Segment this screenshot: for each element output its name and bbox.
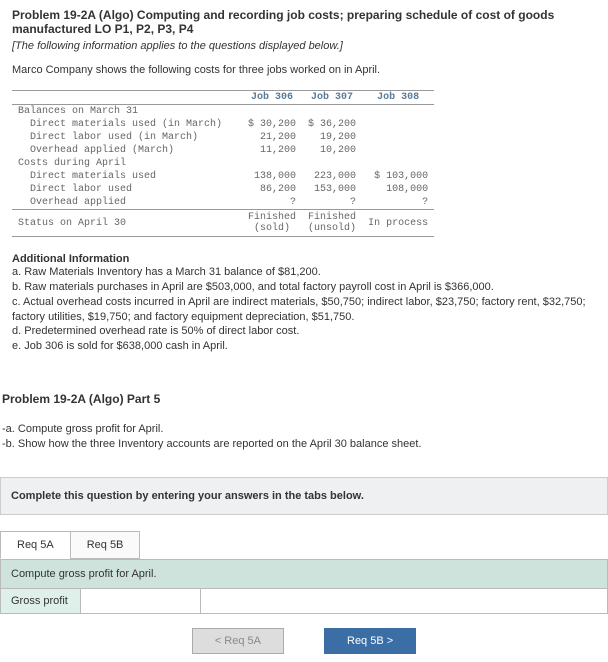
cell	[242, 157, 302, 170]
complete-instruction: Complete this question by entering your …	[0, 477, 608, 515]
info-b: b. Raw materials purchases in April are …	[12, 280, 596, 295]
nav-row: < Req 5A Req 5B >	[0, 614, 608, 662]
col-job307: Job 307	[302, 91, 362, 105]
table-row: Balances on March 31	[12, 105, 434, 119]
cell: 108,000	[362, 183, 434, 196]
cell: ?	[362, 196, 434, 210]
info-c: c. Actual overhead costs incurred in Apr…	[12, 295, 596, 325]
col-job308: Job 308	[362, 91, 434, 105]
table-row: Direct labor used86,200153,000108,000	[12, 183, 434, 196]
cell: 19,200	[302, 131, 362, 144]
cell: 11,200	[242, 144, 302, 157]
row-label: Overhead applied (March)	[12, 144, 242, 157]
row-label: Costs during April	[12, 157, 242, 170]
row-label: Balances on March 31	[12, 105, 242, 119]
cell	[302, 157, 362, 170]
additional-info: Additional Information a. Raw Materials …	[0, 245, 608, 362]
gross-profit-input[interactable]	[81, 589, 201, 613]
status-cell: Finished(unsold)	[302, 210, 362, 237]
status-row: Status on April 30Finished(sold)Finished…	[12, 210, 434, 237]
row-label: Direct labor used	[12, 183, 242, 196]
col-job306: Job 306	[242, 91, 302, 105]
table-row: Overhead applied (March)11,20010,200	[12, 144, 434, 157]
subpart-a: -a. Compute gross profit for April.	[2, 422, 606, 437]
cell	[362, 131, 434, 144]
status-cell: In process	[362, 210, 434, 237]
tabs: Req 5A Req 5B	[0, 531, 608, 559]
cell: 223,000	[302, 170, 362, 183]
subparts: -a. Compute gross profit for April. -b. …	[0, 414, 608, 467]
table-row: Direct materials used (in March)$ 30,200…	[12, 118, 434, 131]
cell: ?	[302, 196, 362, 210]
table-row: Overhead applied???	[12, 196, 434, 210]
additional-title: Additional Information	[12, 253, 596, 265]
cell: 10,200	[302, 144, 362, 157]
status-label: Status on April 30	[12, 210, 242, 237]
cell: 138,000	[242, 170, 302, 183]
cell: $ 36,200	[302, 118, 362, 131]
cell	[302, 105, 362, 119]
cell: 153,000	[302, 183, 362, 196]
cell	[362, 157, 434, 170]
job-cost-table: Job 306 Job 307 Job 308 Balances on Marc…	[12, 90, 434, 237]
intro-text: Marco Company shows the following costs …	[0, 60, 608, 86]
table-row: Direct labor used (in March)21,20019,200	[12, 131, 434, 144]
note: [The following information applies to th…	[0, 38, 608, 60]
cell: 21,200	[242, 131, 302, 144]
row-label: Overhead applied	[12, 196, 242, 210]
cell: $ 30,200	[242, 118, 302, 131]
row-label: Direct materials used (in March)	[12, 118, 242, 131]
col-blank	[12, 91, 242, 105]
prev-button[interactable]: < Req 5A	[192, 628, 284, 654]
subpart-b: -b. Show how the three Inventory account…	[2, 437, 606, 452]
row-label: Direct labor used (in March)	[12, 131, 242, 144]
tab-req5a[interactable]: Req 5A	[0, 531, 71, 559]
panel-instruction: Compute gross profit for April.	[0, 559, 608, 588]
row-label: Direct materials used	[12, 170, 242, 183]
cell	[362, 144, 434, 157]
status-cell: Finished(sold)	[242, 210, 302, 237]
cell: $ 103,000	[362, 170, 434, 183]
cell	[362, 105, 434, 119]
gross-profit-label: Gross profit	[1, 589, 81, 613]
next-button[interactable]: Req 5B >	[324, 628, 416, 654]
cell: 86,200	[242, 183, 302, 196]
cell	[242, 105, 302, 119]
cell: ?	[242, 196, 302, 210]
info-d: d. Predetermined overhead rate is 50% of…	[12, 324, 596, 339]
problem-title: Problem 19-2A (Algo) Computing and recor…	[0, 0, 608, 38]
info-e: e. Job 306 is sold for $638,000 cash in …	[12, 339, 596, 354]
cell	[362, 118, 434, 131]
tab-req5b[interactable]: Req 5B	[70, 531, 141, 559]
part-title: Problem 19-2A (Algo) Part 5	[0, 362, 608, 414]
info-a: a. Raw Materials Inventory has a March 3…	[12, 265, 596, 280]
table-row: Costs during April	[12, 157, 434, 170]
table-row: Direct materials used138,000223,000$ 103…	[12, 170, 434, 183]
